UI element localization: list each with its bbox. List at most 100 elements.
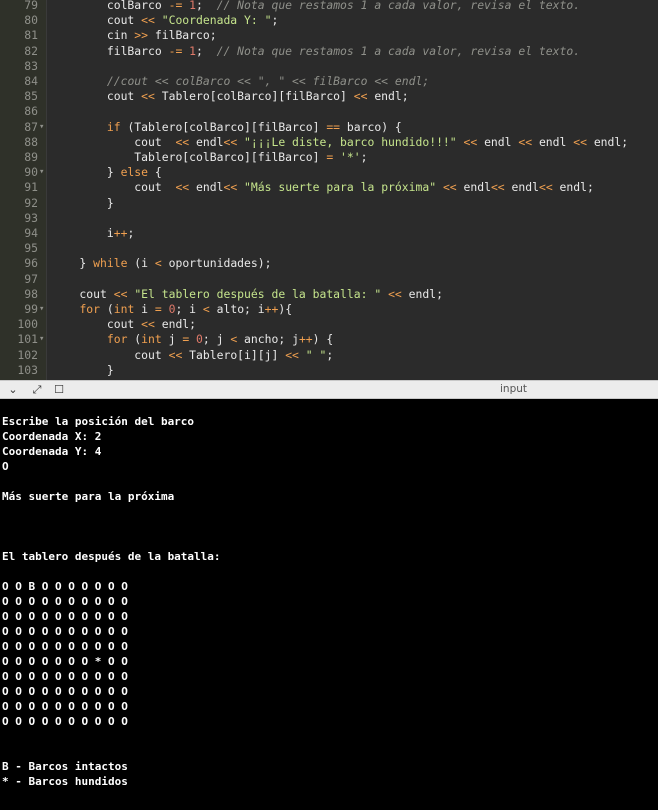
code-token: ++ xyxy=(264,302,279,316)
code-line[interactable]: 90 ▾ } else { xyxy=(0,165,658,180)
code-line[interactable]: 96 } while (i < oportunidades); xyxy=(0,256,658,271)
code-editor[interactable]: 79 colBarco -= 1; // Nota que restamos 1… xyxy=(0,0,658,380)
code-token: int xyxy=(113,302,135,316)
code-token: << xyxy=(490,180,505,195)
code-token: for xyxy=(79,302,101,316)
code-line[interactable]: 91 cout << endl<< "Más suerte para la pr… xyxy=(0,180,658,195)
code-line[interactable]: 97 xyxy=(0,272,658,287)
console-line: O O O O O O O O O O xyxy=(2,700,128,713)
code-line[interactable]: 95 xyxy=(0,241,658,256)
code-token: cout xyxy=(52,89,142,104)
code-token: ; xyxy=(271,13,279,28)
code-line[interactable]: 101 ▾ for (int j = 0; j < ancho; j++) { xyxy=(0,332,658,347)
console-line: B - Barcos intactos xyxy=(2,760,128,773)
code-text: } else { xyxy=(52,165,162,180)
code-token: else xyxy=(120,165,149,180)
code-line[interactable]: 81 cin >> filBarco; xyxy=(0,28,658,43)
code-text: if (Tablero[colBarco][filBarco] == barco… xyxy=(52,120,402,135)
fold-arrow-icon[interactable]: ▾ xyxy=(39,332,47,347)
code-token: << xyxy=(388,286,402,301)
console-line: O O O O O O O O O O xyxy=(2,625,128,638)
chevron-down-icon[interactable]: ⌄ xyxy=(6,383,20,397)
code-line[interactable]: 94 i++; xyxy=(0,226,658,241)
console-line: O O O O O O O O O O xyxy=(2,670,128,683)
code-line[interactable]: 98 cout << "El tablero después de la bat… xyxy=(0,287,658,302)
code-token: endl xyxy=(189,134,224,149)
code-token: Tablero[colBarco][filBarco] xyxy=(154,89,354,104)
code-line[interactable]: 82 filBarco -= 1; // Nota que restamos 1… xyxy=(0,44,658,59)
line-number: 95 xyxy=(24,241,38,256)
line-number: 79 xyxy=(24,0,38,12)
code-token: endl xyxy=(532,134,574,149)
line-number: 99 xyxy=(24,302,38,316)
code-line[interactable]: 87 ▾ if (Tablero[colBarco][filBarco] == b… xyxy=(0,120,658,135)
line-number: 83 xyxy=(24,58,38,73)
code-token: << xyxy=(141,89,155,104)
code-token: cout xyxy=(52,134,176,149)
line-number: 88 xyxy=(24,134,38,149)
code-token: endl xyxy=(456,180,491,195)
code-token: i xyxy=(52,226,114,240)
code-line[interactable]: 102 cout << Tablero[i][j] << " "; xyxy=(0,348,658,363)
code-token: << xyxy=(175,134,190,149)
code-line[interactable]: 85 cout << Tablero[colBarco][filBarco] <… xyxy=(0,89,658,104)
code-token: ; i xyxy=(175,302,203,316)
code-token: << xyxy=(141,13,155,28)
line-number: 89 xyxy=(24,150,38,164)
clear-icon[interactable]: ☐ xyxy=(52,383,66,397)
code-text: cout << endl; xyxy=(52,317,196,332)
code-token: 0 xyxy=(196,332,203,347)
fold-arrow-icon[interactable]: ▾ xyxy=(39,302,47,317)
line-number: 94 xyxy=(24,226,38,240)
code-token: " " xyxy=(305,347,327,362)
code-token: << xyxy=(113,286,128,301)
code-token: << xyxy=(223,180,238,195)
console-line: Más suerte para la próxima xyxy=(2,490,175,503)
code-token: endl; xyxy=(154,317,197,332)
code-token: ++ xyxy=(298,332,313,347)
code-token: { xyxy=(148,165,162,180)
code-token: endl; xyxy=(367,89,409,104)
code-text: cin >> filBarco; xyxy=(52,28,217,43)
code-line[interactable]: 103 } xyxy=(0,363,658,378)
code-token: -= xyxy=(168,43,183,58)
code-line[interactable]: 92 } xyxy=(0,196,658,211)
code-token: >> xyxy=(134,28,149,43)
code-line[interactable]: 80 cout << "Coordenada Y: "; xyxy=(0,13,658,28)
code-token: // Nota que restamos 1 a cada valor, rev… xyxy=(216,43,581,58)
console-line: O O O O O O O * O O xyxy=(2,655,128,668)
code-line[interactable]: 86 xyxy=(0,104,658,119)
code-line[interactable]: 99 ▾ for (int i = 0; i < alto; i++){ xyxy=(0,302,658,317)
code-line[interactable]: 100 cout << endl; xyxy=(0,317,658,332)
expand-icon[interactable]: ⤢ xyxy=(30,383,44,397)
code-line[interactable]: 88 cout << endl<< "¡¡¡Le diste, barco hu… xyxy=(0,135,658,150)
line-number: 92 xyxy=(24,195,38,210)
code-line[interactable]: 89 Tablero[colBarco][filBarco] = '*'; xyxy=(0,150,658,165)
fold-arrow-icon[interactable]: ▾ xyxy=(39,120,47,135)
line-number: 80 xyxy=(24,13,38,28)
code-token: (Tablero[colBarco][filBarco] xyxy=(120,119,327,134)
code-token: barco) { xyxy=(340,119,402,134)
code-token: Tablero[colBarco][filBarco] xyxy=(52,150,327,164)
code-token: if xyxy=(106,119,121,134)
code-line[interactable]: 79 colBarco -= 1; // Nota que restamos 1… xyxy=(0,0,658,13)
code-token: '*' xyxy=(340,150,361,164)
code-text: cout << Tablero[colBarco][filBarco] << e… xyxy=(52,89,409,104)
console-line: O O O O O O O O O O xyxy=(2,640,128,653)
code-token: cout xyxy=(52,317,142,332)
code-token: == xyxy=(326,119,341,134)
code-line[interactable]: 83 xyxy=(0,59,658,74)
fold-arrow-icon[interactable]: ▾ xyxy=(39,165,47,180)
code-token: cout xyxy=(52,13,142,28)
code-line[interactable]: 93 xyxy=(0,211,658,226)
code-token: Tablero[i][j] xyxy=(182,347,286,362)
console-output[interactable]: Escribe la posición del barco Coordenada … xyxy=(0,399,658,810)
console-line: * - Barcos hundidos xyxy=(2,775,128,788)
code-token: ){ xyxy=(278,302,293,316)
code-line[interactable]: 84 //cout << colBarco << ", " << filBarc… xyxy=(0,74,658,89)
